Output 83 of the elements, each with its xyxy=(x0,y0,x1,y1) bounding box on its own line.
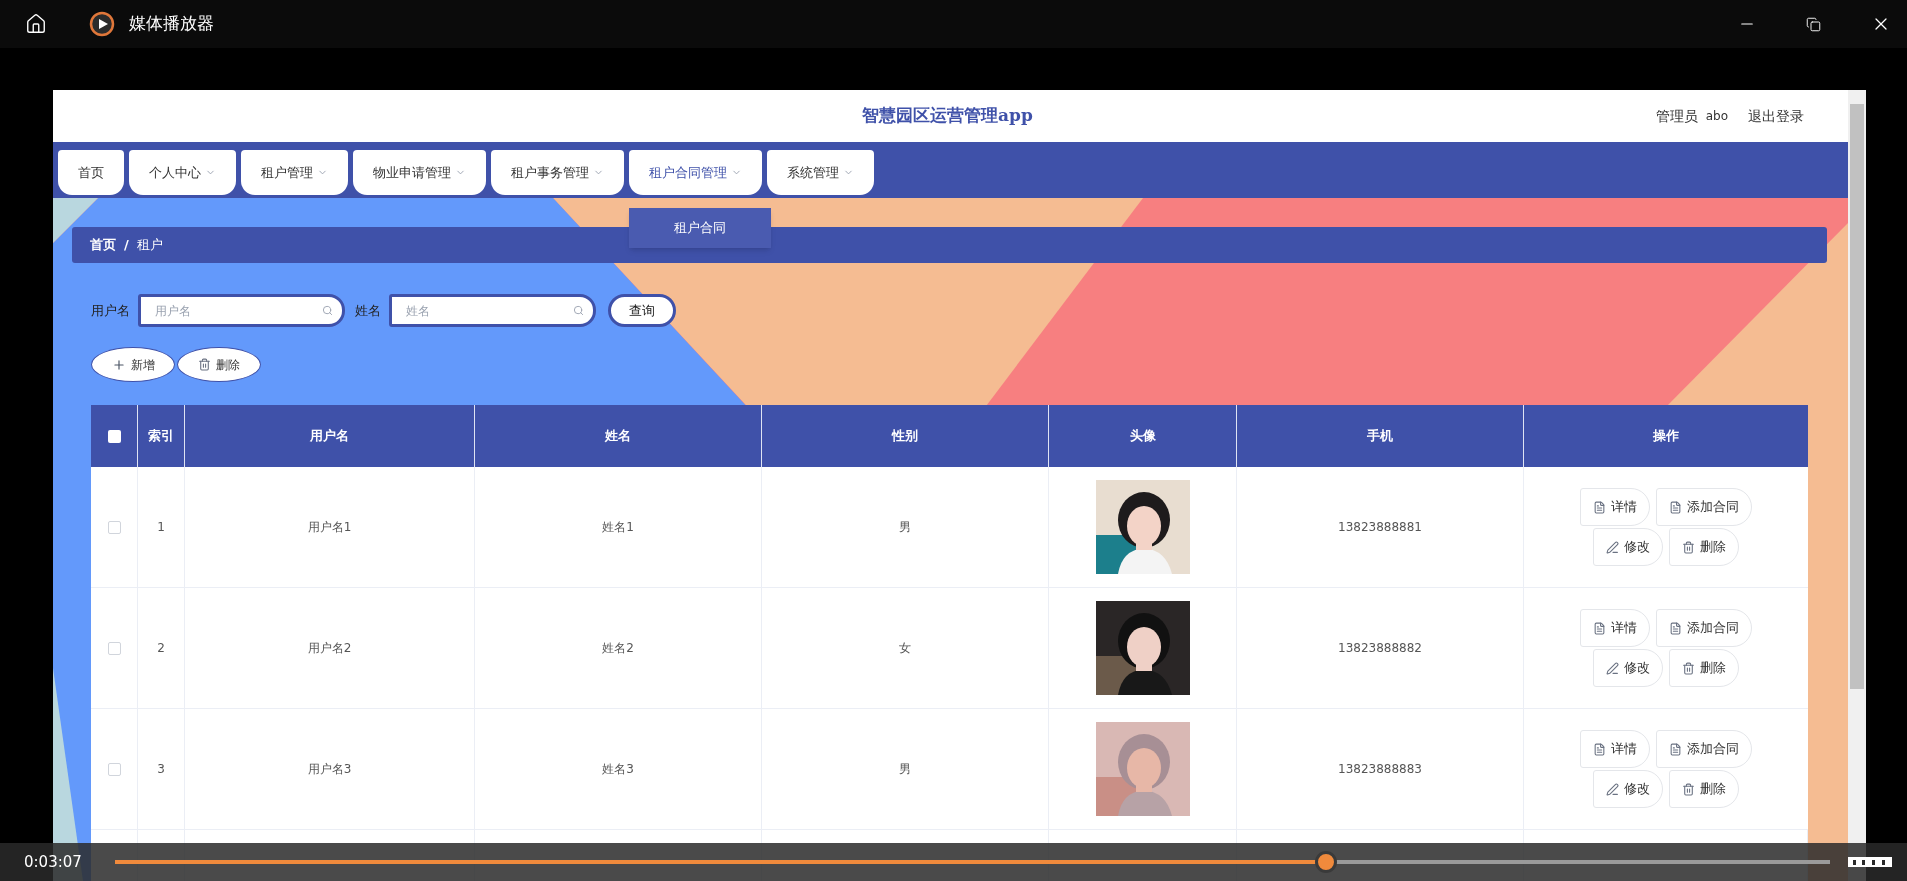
breadcrumb-separator: / xyxy=(124,236,129,255)
field-label: 用户名 xyxy=(91,301,130,320)
window-title: 媒体播放器 xyxy=(129,12,214,36)
home-icon[interactable] xyxy=(25,13,47,35)
column-header: 头像 xyxy=(1129,427,1156,446)
checkbox[interactable] xyxy=(107,429,121,443)
menu-item[interactable]: 租户合同 xyxy=(629,208,771,248)
nav-tab[interactable]: 系统管理 xyxy=(767,150,874,195)
document-icon xyxy=(1669,742,1682,756)
nav-tab[interactable]: 租户事务管理 xyxy=(491,150,624,195)
column-header: 操作 xyxy=(1653,427,1679,446)
document-icon xyxy=(1593,621,1606,635)
table-cell-text: 1 xyxy=(157,519,165,536)
nav-tab[interactable]: 租户管理 xyxy=(241,150,348,195)
search-icon xyxy=(573,305,584,316)
scrollbar-thumb[interactable] xyxy=(1850,104,1864,689)
table-cell-text: 用户名2 xyxy=(307,640,352,657)
table-cell-text: 13823888883 xyxy=(1338,761,1422,778)
table-cell-text: 3 xyxy=(157,761,165,778)
restore-icon[interactable] xyxy=(1806,16,1821,32)
breadcrumb-item[interactable]: 首页 xyxy=(90,235,116,255)
table-cell-text: 姓名1 xyxy=(602,519,634,536)
table-cell-text: 男 xyxy=(899,519,911,536)
table-cell-text: 用户名1 xyxy=(307,519,352,536)
nav-tab[interactable]: 个人中心 xyxy=(129,150,236,195)
checkbox[interactable] xyxy=(107,520,121,534)
detail-button[interactable]: 详情 xyxy=(1580,488,1650,526)
column-header: 性别 xyxy=(892,427,918,446)
player-logo-icon xyxy=(89,11,115,37)
table-cell-text: 2 xyxy=(157,640,165,657)
username: abo xyxy=(1705,108,1728,125)
trash-icon xyxy=(1682,661,1695,675)
table-cell-text: 13823888881 xyxy=(1338,519,1422,536)
trash-icon xyxy=(1682,782,1695,796)
table-cell-text: 姓名3 xyxy=(602,761,634,778)
trash-icon xyxy=(198,358,211,371)
trash-icon xyxy=(1682,540,1695,554)
nav-tab[interactable]: 租户合同管理 xyxy=(629,150,762,195)
table-cell-text: 男 xyxy=(899,761,911,778)
contract-button[interactable]: 添加合同 xyxy=(1656,609,1752,647)
breadcrumb-item[interactable]: 租户 xyxy=(136,235,163,255)
user-role: 管理员 xyxy=(1655,106,1698,126)
document-icon xyxy=(1669,621,1682,635)
edit-icon xyxy=(1606,661,1619,675)
document-icon xyxy=(1593,500,1606,514)
app-title: 智慧园区运营管理app xyxy=(862,104,1033,128)
column-header: 用户名 xyxy=(310,427,349,446)
column-header: 姓名 xyxy=(605,427,631,446)
nav-tab[interactable]: 物业申请管理 xyxy=(353,150,486,195)
checkbox[interactable] xyxy=(107,762,121,776)
field-label: 姓名 xyxy=(355,301,381,320)
edit-icon xyxy=(1606,540,1619,554)
edit-button[interactable]: 修改 xyxy=(1593,649,1663,687)
column-header: 索引 xyxy=(148,427,174,446)
delete-button[interactable]: 删除 xyxy=(1669,528,1739,566)
progress-thumb[interactable] xyxy=(1314,851,1337,873)
progress-track[interactable] xyxy=(114,851,1830,873)
edit-button[interactable]: 修改 xyxy=(1593,770,1663,808)
document-icon xyxy=(1669,500,1682,514)
query-button[interactable]: 查询 xyxy=(608,294,676,327)
column-header: 手机 xyxy=(1367,427,1393,446)
contract-button[interactable]: 添加合同 xyxy=(1656,730,1752,768)
detail-button[interactable]: 详情 xyxy=(1580,730,1650,768)
search-field[interactable]: 用户名 xyxy=(138,294,345,327)
nav-tab[interactable]: 首页 xyxy=(58,150,124,195)
delete-button[interactable]: 删除 xyxy=(1669,649,1739,687)
logout-link[interactable]: 退出登录 xyxy=(1748,105,1804,127)
detail-button[interactable]: 详情 xyxy=(1580,609,1650,647)
edit-button[interactable]: 修改 xyxy=(1593,528,1663,566)
checkbox[interactable] xyxy=(107,641,121,655)
table-cell-text: 姓名2 xyxy=(602,640,634,657)
delete-button[interactable]: 删除 xyxy=(1669,770,1739,808)
table-cell-text: 女 xyxy=(899,640,911,657)
table-cell-text: 13823888882 xyxy=(1338,640,1422,657)
table-cell-text: 用户名3 xyxy=(307,761,352,778)
search-icon xyxy=(322,305,333,316)
search-field[interactable]: 姓名 xyxy=(389,294,596,327)
quality-icon xyxy=(1847,856,1892,868)
plus-icon xyxy=(111,357,126,372)
edit-icon xyxy=(1606,782,1619,796)
contract-button[interactable]: 添加合同 xyxy=(1656,488,1752,526)
document-icon xyxy=(1593,742,1606,756)
playback-time: 0:03:07 xyxy=(24,851,82,873)
